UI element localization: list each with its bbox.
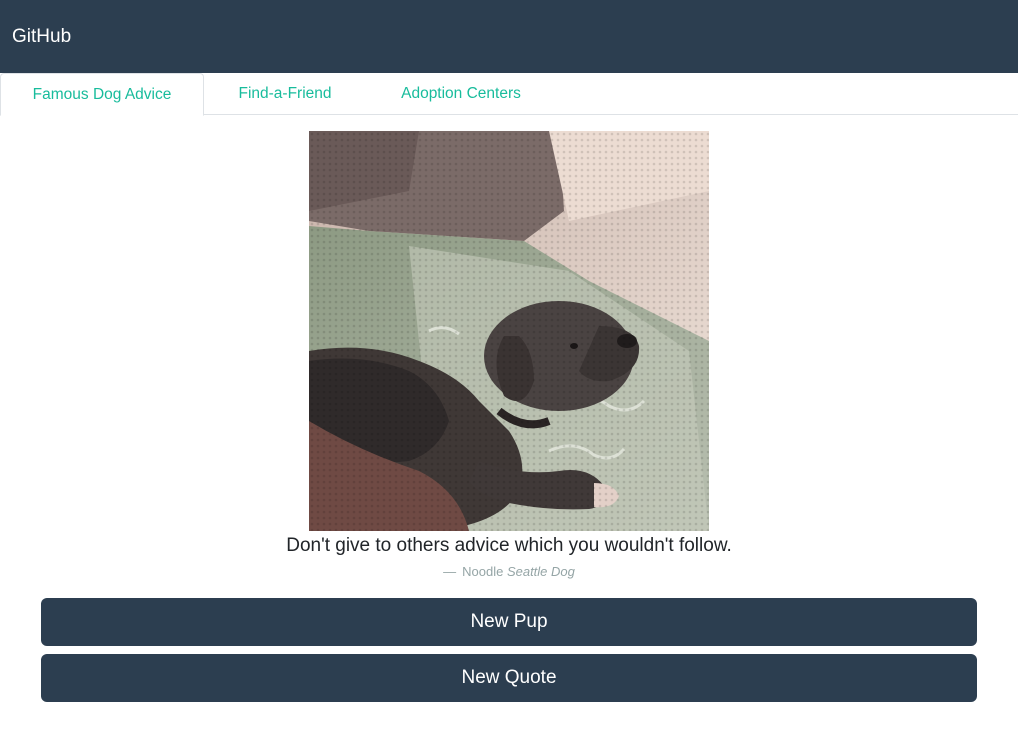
tab-famous-dog-advice[interactable]: Famous Dog Advice xyxy=(0,73,204,116)
dog-photo xyxy=(309,131,709,531)
new-quote-button[interactable]: New Quote xyxy=(41,654,977,702)
dog-quote: Don't give to others advice which you wo… xyxy=(286,535,732,556)
navbar: GitHub xyxy=(0,0,1018,73)
attribution-dash: — xyxy=(443,564,457,579)
quote-attribution: — Noodle Seattle Dog xyxy=(0,564,1018,579)
new-pup-button[interactable]: New Pup xyxy=(41,598,977,646)
tab-bar: Famous Dog Advice Find-a-Friend Adoption… xyxy=(0,73,1018,116)
tab-adoption-centers[interactable]: Adoption Centers xyxy=(366,73,556,115)
tab-find-a-friend[interactable]: Find-a-Friend xyxy=(204,73,366,115)
quote-author: Noodle xyxy=(462,564,504,579)
brand-link[interactable]: GitHub xyxy=(12,26,71,48)
quote-source: Seattle Dog xyxy=(506,564,575,579)
